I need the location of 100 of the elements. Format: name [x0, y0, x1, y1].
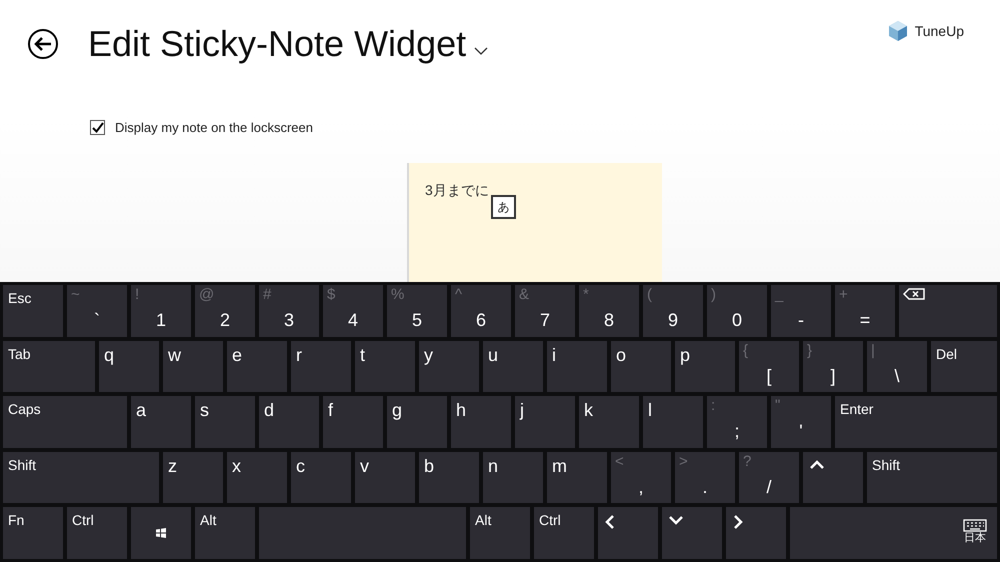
- keyboard-key[interactable]: Shift: [867, 452, 997, 504]
- key-character: /: [766, 476, 772, 498]
- shift-symbol: <: [615, 452, 624, 471]
- keyboard-key[interactable]: " ': [771, 396, 831, 448]
- keyboard-key[interactable]: ) 0: [707, 285, 767, 337]
- keyboard-key[interactable]: v: [355, 452, 415, 504]
- keyboard-key[interactable]: Shift: [3, 452, 159, 504]
- keyboard-key[interactable]: Enter: [835, 396, 997, 448]
- key-character: \: [894, 364, 900, 387]
- keyboard-key[interactable]: Caps: [3, 396, 127, 448]
- shift-symbol: @: [199, 286, 214, 304]
- keyboard-key[interactable]: @ 2: [195, 285, 255, 337]
- shift-symbol: |: [871, 342, 875, 360]
- keyboard-key[interactable]: j: [515, 396, 575, 448]
- keyboard-key[interactable]: Alt: [470, 507, 530, 559]
- keyboard-key[interactable]: w: [163, 340, 223, 392]
- keyboard-key[interactable]: c: [291, 452, 351, 504]
- keyboard-key[interactable]: u: [483, 340, 543, 392]
- shift-symbol: &: [519, 286, 530, 304]
- windows-logo-icon: [156, 528, 166, 538]
- checkbox-label: Display my note on the lockscreen: [115, 119, 313, 137]
- language-key[interactable]: 日本: [790, 507, 997, 559]
- keyboard-key[interactable]: ^ 6: [451, 285, 511, 337]
- keyboard-key[interactable]: i: [547, 340, 607, 392]
- keyboard-key[interactable]: < ,: [611, 452, 671, 504]
- key-character: 4: [348, 309, 358, 331]
- keyboard-key[interactable]: g: [387, 396, 447, 448]
- keyboard-key[interactable]: o: [611, 340, 671, 392]
- keyboard-key[interactable]: ! 1: [131, 285, 191, 337]
- keyboard-key[interactable]: s: [195, 396, 255, 448]
- keyboard-key[interactable]: m: [547, 452, 607, 504]
- shift-symbol: !: [135, 286, 140, 304]
- keyboard-key[interactable]: z: [163, 452, 223, 504]
- backspace-key[interactable]: [899, 285, 997, 337]
- keyboard-key[interactable]: # 3: [259, 285, 319, 337]
- keyboard-key[interactable]: ~ `: [67, 285, 127, 337]
- keyboard-key[interactable]: Alt: [195, 507, 255, 559]
- key-character: 0: [732, 309, 742, 331]
- shift-symbol: +: [839, 286, 848, 304]
- shift-symbol: :: [711, 397, 716, 416]
- keyboard-key[interactable]: } ]: [803, 340, 863, 392]
- keyboard-key[interactable]: Ctrl: [534, 507, 594, 559]
- key-character: 6: [476, 309, 486, 331]
- keyboard-key[interactable]: p: [675, 340, 735, 392]
- page-title: Edit Sticky-Note Widget: [88, 26, 466, 62]
- keyboard-key[interactable]: Del: [931, 340, 997, 392]
- keyboard-key[interactable]: r: [291, 340, 351, 392]
- keyboard-key[interactable]: x: [227, 452, 287, 504]
- keyboard-key[interactable]: % 5: [387, 285, 447, 337]
- keyboard-key[interactable]: & 7: [515, 285, 575, 337]
- keyboard-key[interactable]: | \: [867, 340, 927, 392]
- keyboard-icon: [963, 519, 987, 532]
- keyboard-key[interactable]: t: [355, 340, 415, 392]
- keyboard-key[interactable]: e: [227, 340, 287, 392]
- keyboard-key[interactable]: a: [131, 396, 191, 448]
- cube-icon: [886, 20, 909, 42]
- shift-symbol: $: [327, 286, 336, 304]
- shift-symbol: }: [807, 342, 812, 360]
- key-character: 5: [412, 309, 422, 331]
- keyboard-key[interactable]: * 8: [579, 285, 639, 337]
- shift-symbol: >: [679, 452, 688, 471]
- shift-symbol: *: [583, 286, 589, 304]
- keyboard-key[interactable]: Esc: [3, 285, 63, 337]
- key-character: .: [702, 476, 708, 498]
- sticky-note[interactable]: 3月までに あ: [407, 163, 662, 282]
- keyboard-key[interactable]: k: [579, 396, 639, 448]
- keyboard-key[interactable]: f: [323, 396, 383, 448]
- keyboard-key[interactable]: b: [419, 452, 479, 504]
- keyboard-key[interactable]: q: [99, 340, 159, 392]
- keyboard-key[interactable]: : ;: [707, 396, 767, 448]
- key-character: ]: [830, 364, 836, 387]
- keyboard-key[interactable]: > .: [675, 452, 735, 504]
- keyboard-key[interactable]: ? /: [739, 452, 799, 504]
- keyboard-key[interactable]: + =: [835, 285, 895, 337]
- keyboard-key[interactable]: $ 4: [323, 285, 383, 337]
- keyboard-key[interactable]: h: [451, 396, 511, 448]
- keyboard-key[interactable]: _ -: [771, 285, 831, 337]
- keyboard-key[interactable]: { [: [739, 340, 799, 392]
- keyboard-key[interactable]: d: [259, 396, 319, 448]
- back-button[interactable]: [28, 29, 58, 59]
- shift-symbol: ): [711, 286, 716, 304]
- keyboard-key[interactable]: l: [643, 396, 703, 448]
- keyboard-key[interactable]: Fn: [3, 507, 63, 559]
- shift-symbol: ^: [455, 286, 462, 304]
- keyboard-key[interactable]: y: [419, 340, 479, 392]
- shift-symbol: #: [263, 286, 272, 304]
- windows-key[interactable]: [131, 507, 191, 559]
- keyboard-key[interactable]: ( 9: [643, 285, 703, 337]
- checkbox[interactable]: [90, 120, 105, 136]
- shift-symbol: _: [775, 286, 784, 304]
- keyboard-key[interactable]: n: [483, 452, 543, 504]
- keyboard-key[interactable]: Tab: [3, 340, 95, 392]
- brand-name: TuneUp: [914, 22, 964, 41]
- key-character: =: [860, 309, 870, 331]
- shift-symbol: %: [391, 286, 404, 304]
- key-character: ;: [734, 420, 740, 442]
- shift-symbol: {: [743, 342, 748, 360]
- keyboard-key[interactable]: Ctrl: [67, 507, 127, 559]
- ime-candidate[interactable]: あ: [491, 195, 516, 219]
- chevron-down-icon[interactable]: [474, 47, 488, 55]
